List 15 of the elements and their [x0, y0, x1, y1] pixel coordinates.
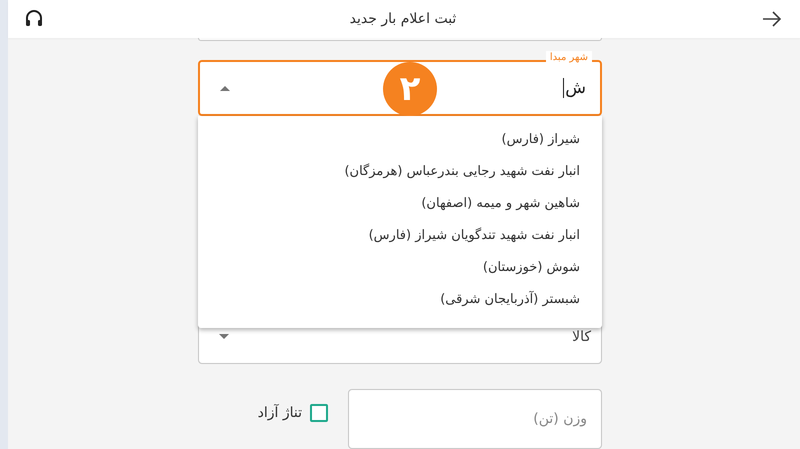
page-title: ثبت اعلام بار جدید: [350, 11, 456, 27]
back-arrow-icon[interactable]: [762, 11, 782, 27]
checkbox-label: تناژ آزاد: [258, 405, 302, 421]
list-option[interactable]: شاهین شهر و میمه (اصفهان): [198, 190, 602, 222]
list-option[interactable]: انبار نفت شهید رجایی بندرعباس (هرمزگان): [198, 158, 602, 190]
headset-icon[interactable]: [24, 9, 44, 29]
field-label: شهر مبدا: [546, 51, 592, 65]
select-value: کالا: [572, 329, 591, 345]
weight-field[interactable]: وزن (تن): [348, 389, 602, 449]
list-option[interactable]: شیراز (فارس): [198, 126, 602, 158]
list-option[interactable]: انبار نفت شهید تندگویان شیراز (فارس): [198, 222, 602, 254]
input-field[interactable]: [198, 38, 602, 41]
list-option[interactable]: شوش (خوزستان): [198, 254, 602, 286]
checkbox[interactable]: [310, 404, 328, 422]
typed-text: ش: [563, 78, 586, 98]
